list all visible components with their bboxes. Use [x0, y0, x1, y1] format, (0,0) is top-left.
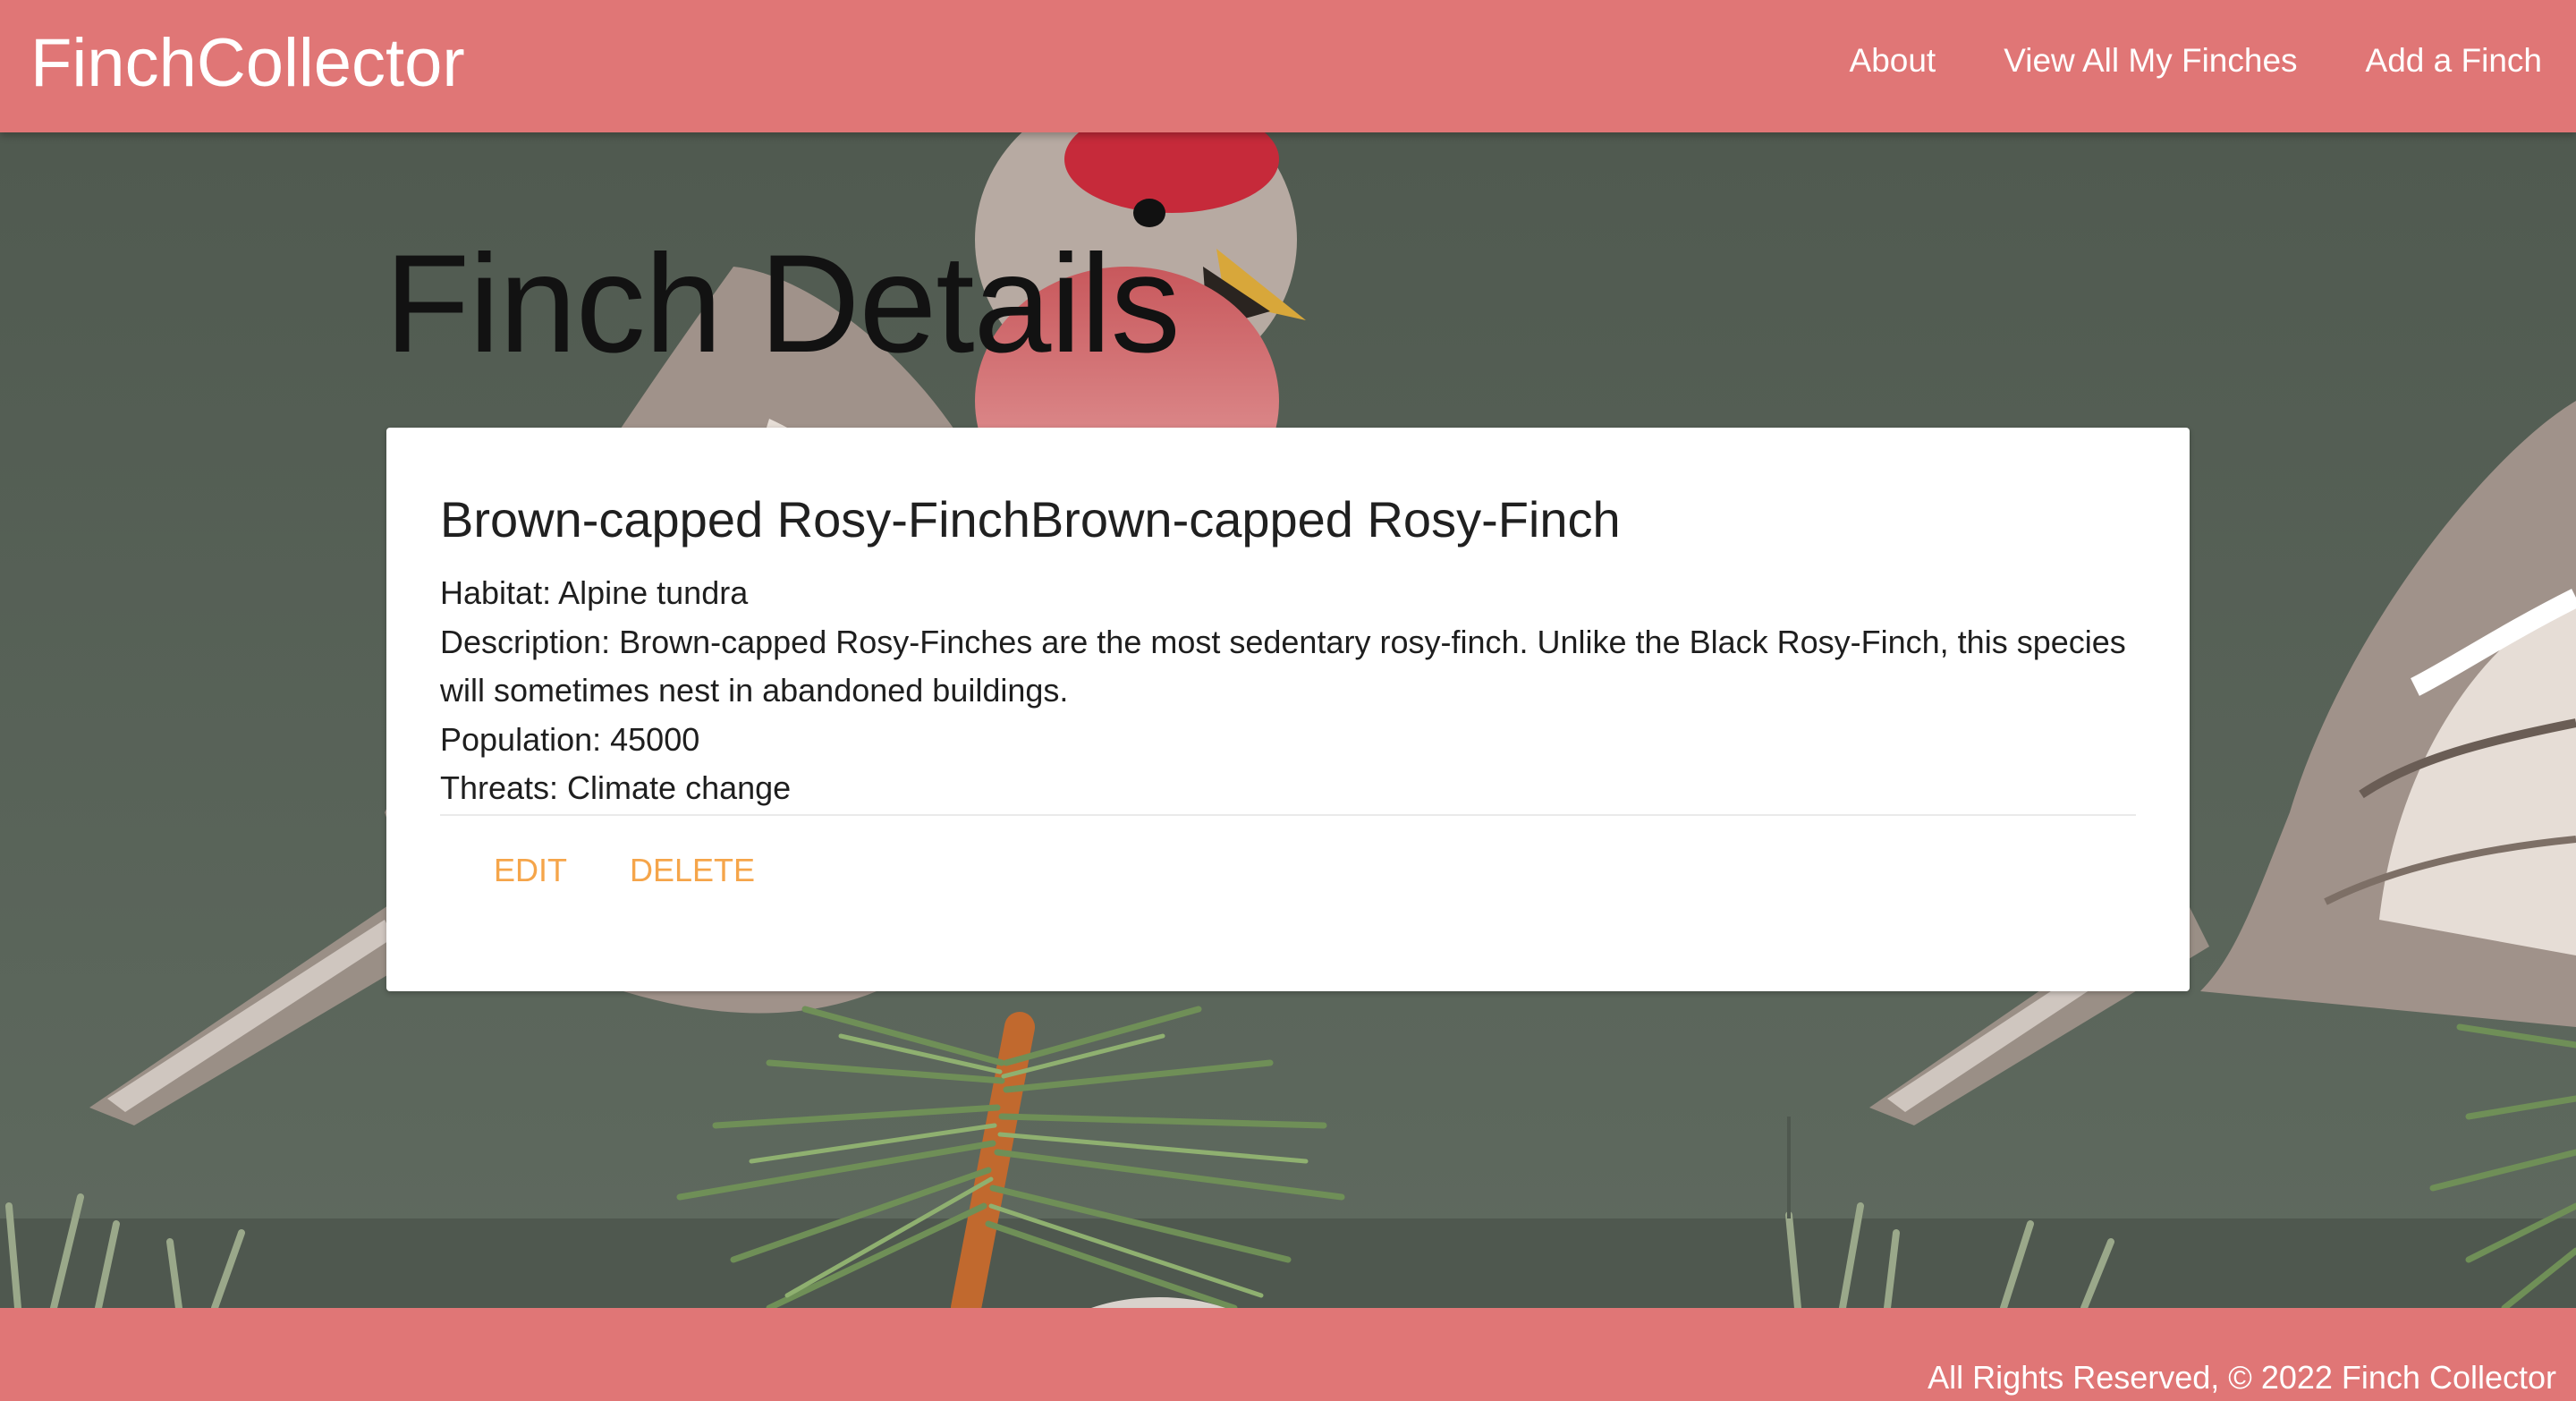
- page-title: Finch Details: [385, 226, 1181, 382]
- brand-logo-link[interactable]: FinchCollector: [30, 23, 465, 104]
- footer: All Rights Reserved, © 2022 Finch Collec…: [0, 1308, 2576, 1401]
- edit-link[interactable]: Edit: [494, 848, 567, 893]
- finch-detail-card: Brown-capped Rosy-FinchBrown-capped Rosy…: [386, 428, 2190, 991]
- nav-link-view-all-finches[interactable]: View All My Finches: [2004, 38, 2297, 84]
- nav-links: About View All My Finches Add a Finch: [1850, 38, 2542, 84]
- finch-details: Habitat: Alpine tundra Description: Brow…: [440, 569, 2136, 813]
- nav-link-add-finch[interactable]: Add a Finch: [2366, 38, 2542, 84]
- navbar: FinchCollector About View All My Finches…: [0, 0, 2576, 132]
- finch-population: Population: 45000: [440, 720, 700, 758]
- finch-description: Description: Brown-capped Rosy-Finches a…: [440, 623, 2126, 709]
- finch-threats: Threats: Climate change: [440, 769, 792, 806]
- copyright-text: All Rights Reserved, © 2022 Finch Collec…: [1928, 1359, 2556, 1396]
- card-actions: Edit Delete: [440, 816, 2136, 914]
- finch-habitat: Habitat: Alpine tundra: [440, 574, 749, 611]
- nav-link-about[interactable]: About: [1850, 38, 1936, 84]
- delete-link[interactable]: Delete: [630, 848, 755, 893]
- finch-name-title: Brown-capped Rosy-FinchBrown-capped Rosy…: [440, 491, 1621, 548]
